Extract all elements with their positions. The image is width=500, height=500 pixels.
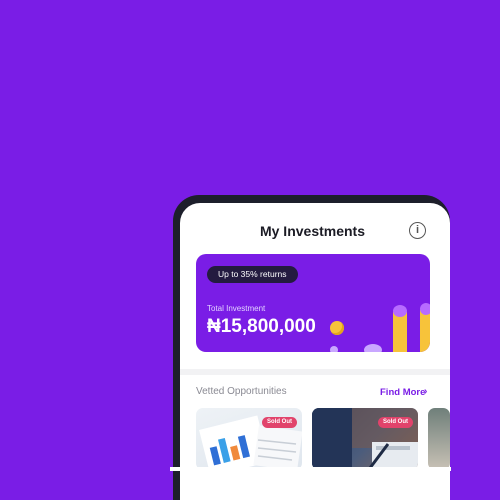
- find-more-link[interactable]: Find More: [380, 387, 425, 398]
- total-investment-label: Total Investment: [207, 304, 266, 313]
- bottom-edge: [170, 467, 451, 471]
- chart-illustration-cap: [420, 303, 430, 315]
- decorative-shape: [364, 344, 382, 352]
- app-screen: My Investments i Up to 35% returns Total…: [180, 203, 450, 500]
- section-divider: [180, 369, 450, 375]
- returns-badge: Up to 35% returns: [207, 266, 298, 283]
- chevron-right-icon[interactable]: ›: [424, 386, 427, 397]
- info-icon[interactable]: i: [409, 222, 426, 239]
- investment-summary-card[interactable]: Up to 35% returns Total Investment ₦15,8…: [196, 254, 430, 352]
- coin-icon: [330, 321, 344, 335]
- status-badge: Sold Out: [378, 417, 413, 428]
- page-title: My Investments: [259, 223, 366, 239]
- total-investment-value: ₦15,800,000: [207, 316, 316, 337]
- chart-illustration-bar: [420, 310, 430, 352]
- opportunity-card[interactable]: [428, 408, 450, 470]
- opportunity-card[interactable]: Sold Out: [312, 408, 418, 470]
- section-title: Vetted Opportunities: [196, 386, 287, 397]
- status-badge: Sold Out: [262, 417, 297, 428]
- chart-illustration-cap: [393, 305, 407, 317]
- chart-illustration-bar: [393, 312, 407, 352]
- decorative-shape: [330, 346, 338, 352]
- opportunity-card[interactable]: Sold Out: [196, 408, 302, 470]
